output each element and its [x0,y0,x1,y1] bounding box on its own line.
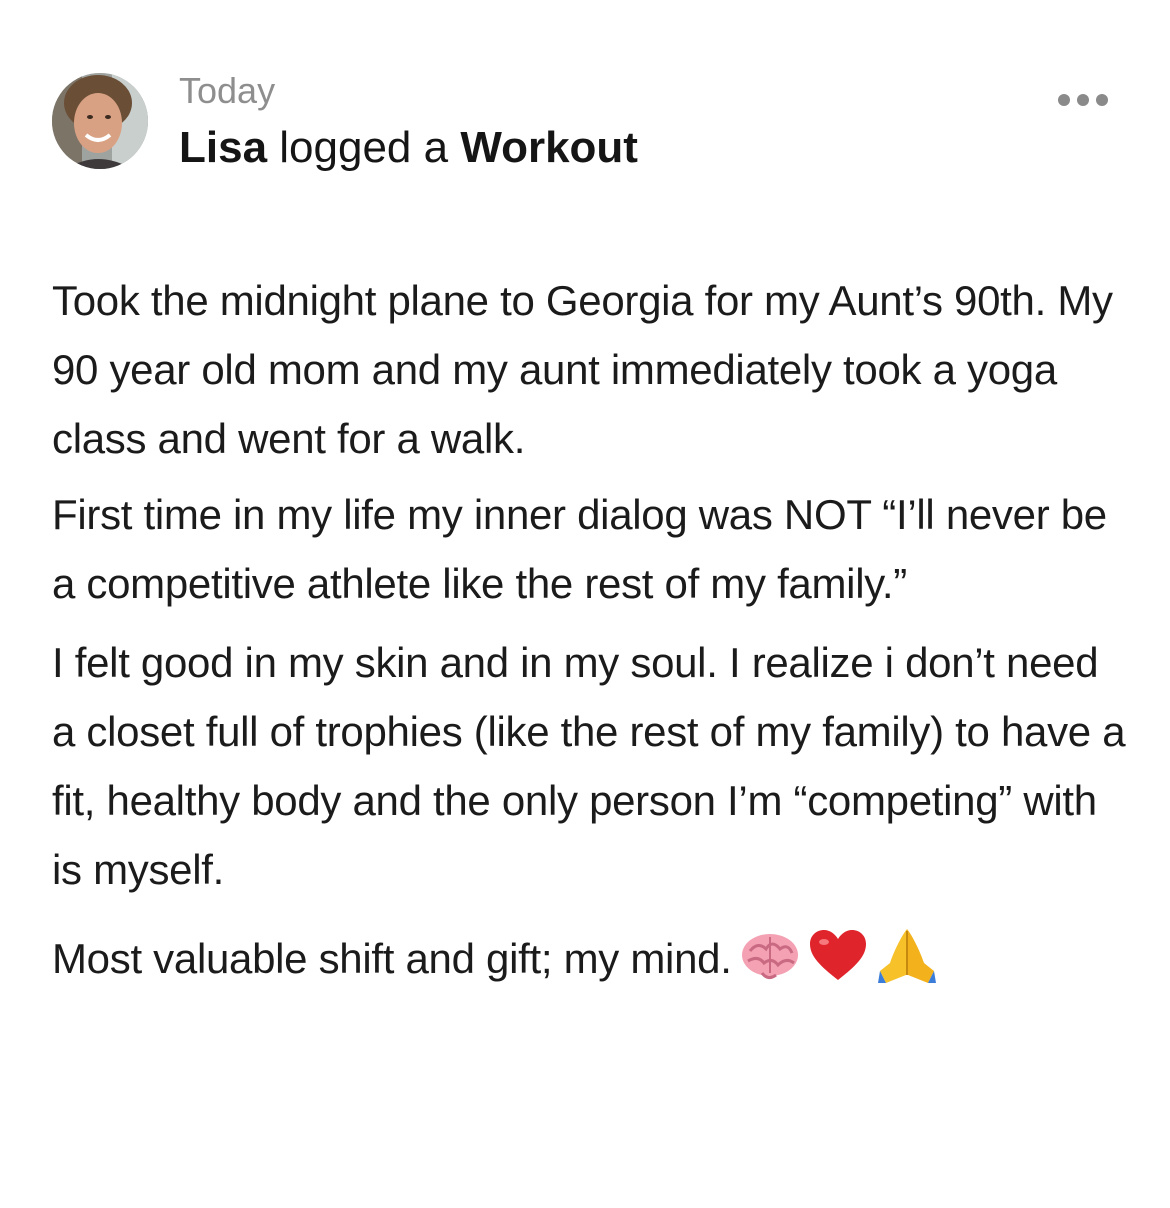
more-dot-icon [1096,94,1108,106]
author-name[interactable]: Lisa [179,123,267,172]
more-options-button[interactable] [1058,90,1108,110]
post-paragraph: I felt good in my skin and in my soul. I… [52,639,1126,893]
post-paragraph: First time in my life my inner dialog wa… [52,491,1107,607]
brain-icon [741,934,798,980]
avatar-photo-icon [52,73,148,169]
folded-hands-icon [877,929,936,983]
avatar[interactable] [52,73,148,169]
post-headline: Lisa logged a Workout [179,122,638,174]
post-meta: Today Lisa logged a Workout [179,70,638,174]
action-text: logged a [267,123,461,172]
post-paragraph-text: Most valuable shift and gift; my mind. [52,935,732,982]
post-paragraph: Took the midnight plane to Georgia for m… [52,277,1113,462]
post-timestamp: Today [179,70,276,111]
post-body: Took the midnight plane to Georgia for m… [52,266,1127,993]
red-heart-icon [809,930,866,980]
activity-type[interactable]: Workout [460,123,638,172]
emoji-row [740,927,938,985]
post-header: Today Lisa logged a Workout [52,70,1118,180]
more-dot-icon [1058,94,1070,106]
post-paragraph-final: Most valuable shift and gift; my mind. [52,924,1127,993]
more-dot-icon [1077,94,1089,106]
